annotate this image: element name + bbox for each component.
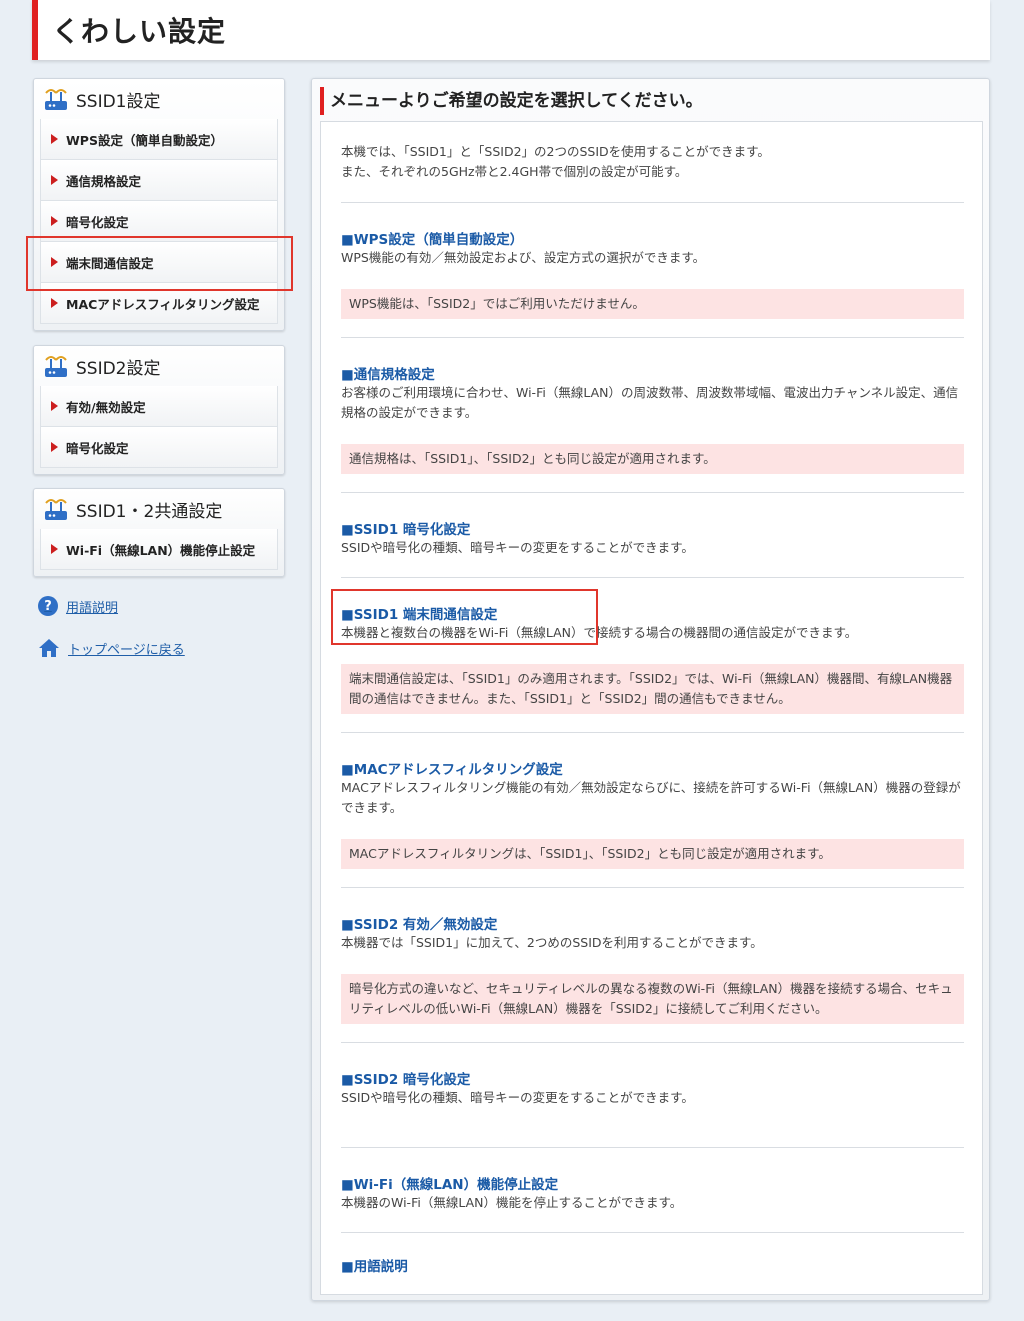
sidebar-item-terminal-comm[interactable]: 端末間通信設定 (40, 242, 278, 283)
sidebar-item-wps[interactable]: WPS設定（簡単自動設定） (40, 119, 278, 160)
help-link[interactable]: ? 用語説明 (38, 596, 118, 616)
divider (341, 1232, 964, 1233)
sidebar-item-label: MACアドレスフィルタリング設定 (66, 296, 260, 312)
sidebar-ssid1-box: SSID1設定 WPS設定（簡単自動設定） 通信規格設定 暗号化設定 端末間通信… (33, 78, 285, 331)
sidebar-ssid2-box: SSID2設定 有効/無効設定 暗号化設定 (33, 345, 285, 475)
sidebar-item-label: Wi-Fi（無線LAN）機能停止設定 (66, 542, 256, 558)
main-title: メニューよりご希望の設定を選択してください。 (320, 87, 703, 115)
sidebar-item-standard[interactable]: 通信規格設定 (40, 160, 278, 201)
sidebar-item-label: WPS設定（簡単自動設定） (66, 132, 223, 148)
section-title-ssid1-encryption[interactable]: ■SSID1 暗号化設定 (341, 518, 470, 538)
divider (341, 732, 964, 733)
sidebar-item-label: 暗号化設定 (66, 440, 129, 456)
intro-line: 本機では、「SSID1」と「SSID2」の2つのSSIDを使用することができます… (341, 144, 770, 159)
section-desc: 本機器と複数台の機器をWi-Fi（無線LAN）で接続する場合の機器間の通信設定が… (341, 625, 858, 640)
sidebar-item-enable-disable[interactable]: 有効/無効設定 (40, 386, 278, 427)
section-title-ssid2-encryption[interactable]: ■SSID2 暗号化設定 (341, 1068, 470, 1088)
home-icon (39, 639, 59, 657)
section-desc: お客様のご利用環境に合わせ、Wi-Fi（無線LAN）の周波数帯、周波数帯域幅、電… (341, 385, 959, 420)
home-link-label: トップページに戻る (68, 642, 185, 658)
section-desc: SSIDや暗号化の種類、暗号キーの変更をすることができます。 (341, 540, 694, 555)
sidebar-ssid1-title: SSID1設定 (40, 79, 278, 119)
divider (341, 887, 964, 888)
section-note: WPS機能は、「SSID2」ではご利用いただけません。 (341, 289, 964, 319)
intro-text: 本機では、「SSID1」と「SSID2」の2つのSSIDを使用することができます… (341, 142, 961, 182)
sidebar-item-label: 有効/無効設定 (66, 399, 146, 415)
section-title-ssid2-enable[interactable]: ■SSID2 有効／無効設定 (341, 913, 497, 933)
section-title-ssid1-terminal[interactable]: ■SSID1 端末間通信設定 (341, 603, 497, 623)
home-link[interactable]: トップページに戻る (38, 638, 185, 658)
divider (341, 577, 964, 578)
section-note: MACアドレスフィルタリングは、「SSID1」、「SSID2」とも同じ設定が適用… (341, 839, 964, 869)
section-title-standard[interactable]: ■通信規格設定 (341, 363, 435, 383)
sidebar-item-label: 暗号化設定 (66, 214, 129, 230)
sidebar-item-ssid2-encryption[interactable]: 暗号化設定 (40, 427, 278, 468)
triangle-right-icon (51, 257, 58, 267)
intro-line: また、それぞれの5GHz帯と2.4GH帯で個別の設定が可能す。 (341, 164, 688, 179)
sidebar-common-title: SSID1・2共通設定 (40, 489, 278, 529)
router-icon (45, 499, 67, 520)
section-title-wifi-stop[interactable]: ■Wi-Fi（無線LAN）機能停止設定 (341, 1173, 558, 1193)
sidebar-ssid2-title: SSID2設定 (40, 346, 278, 386)
page-title: くわしい設定 (52, 15, 227, 48)
sidebar-common-box: SSID1・2共通設定 Wi-Fi（無線LAN）機能停止設定 (33, 488, 285, 577)
triangle-right-icon (51, 216, 58, 226)
sidebar-item-mac-filter[interactable]: MACアドレスフィルタリング設定 (40, 283, 278, 324)
sidebar-item-label: 通信規格設定 (66, 173, 142, 189)
sidebar-ssid2-title-text: SSID2設定 (76, 358, 161, 379)
triangle-right-icon (51, 442, 58, 452)
triangle-right-icon (51, 134, 58, 144)
section-note: 通信規格は、「SSID1」、「SSID2」とも同じ設定が適用されます。 (341, 444, 964, 474)
triangle-right-icon (51, 298, 58, 308)
section-title-glossary[interactable]: ■用語説明 (341, 1255, 408, 1275)
divider (341, 1147, 964, 1148)
section-title-mac-filter[interactable]: ■MACアドレスフィルタリング設定 (341, 758, 563, 778)
section-desc: MACアドレスフィルタリング機能の有効／無効設定ならびに、接続を許可するWi-F… (341, 780, 961, 815)
triangle-right-icon (51, 544, 58, 554)
page-header: くわしい設定 (32, 0, 990, 60)
section-desc: 本機器では「SSID1」に加えて、2つめのSSIDを利用することができます。 (341, 935, 763, 950)
router-icon (45, 89, 67, 110)
divider (341, 337, 964, 338)
main-content: 本機では、「SSID1」と「SSID2」の2つのSSIDを使用することができます… (320, 121, 983, 1295)
section-desc: 本機器のWi-Fi（無線LAN）機能を停止することができます。 (341, 1195, 683, 1210)
divider (341, 492, 964, 493)
router-icon (45, 356, 67, 377)
section-desc: WPS機能の有効／無効設定および、設定方式の選択ができます。 (341, 250, 706, 265)
sidebar-item-encryption[interactable]: 暗号化設定 (40, 201, 278, 242)
main-panel: メニューよりご希望の設定を選択してください。 本機では、「SSID1」と「SSI… (311, 78, 990, 1301)
divider (341, 202, 964, 203)
section-note: 暗号化方式の違いなど、セキュリティレベルの異なる複数のWi-Fi（無線LAN）機… (341, 974, 964, 1024)
section-desc: SSIDや暗号化の種類、暗号キーの変更をすることができます。 (341, 1090, 694, 1105)
help-link-label: 用語説明 (66, 600, 119, 616)
sidebar-common-title-text: SSID1・2共通設定 (76, 501, 223, 522)
section-title-wps[interactable]: ■WPS設定（簡単自動設定） (341, 228, 523, 248)
question-icon: ? (38, 596, 58, 616)
triangle-right-icon (51, 401, 58, 411)
section-note: 端末間通信設定は、「SSID1」のみ適用されます。「SSID2」では、Wi-Fi… (341, 664, 964, 714)
triangle-right-icon (51, 175, 58, 185)
sidebar-item-label: 端末間通信設定 (66, 255, 154, 271)
sidebar-ssid1-title-text: SSID1設定 (76, 91, 161, 112)
sidebar-item-wifi-stop[interactable]: Wi-Fi（無線LAN）機能停止設定 (40, 529, 278, 570)
divider (341, 1042, 964, 1043)
